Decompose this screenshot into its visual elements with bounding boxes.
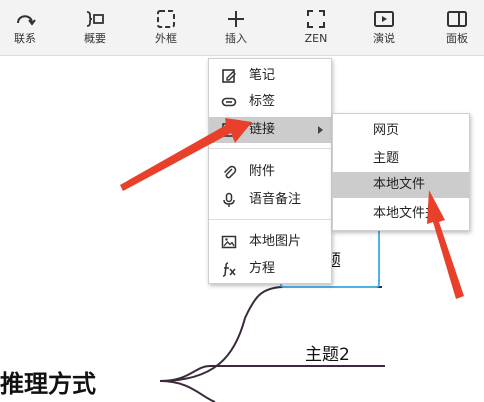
toolbar-panel-label: 面板 [446,32,468,45]
menu-item-link-label: 链接 [249,122,276,137]
toolbar-insert-label: 插入 [225,32,247,45]
presentation-play-icon [374,11,394,27]
image-icon [221,235,237,249]
menu-item-attachment-label: 附件 [249,164,276,179]
toolbar-zen-label: ZEN [304,32,328,45]
submenu-item-local-file[interactable]: 本地文件 [333,172,469,198]
menu-item-voice-note-label: 语音备注 [249,192,302,207]
menu-item-tag[interactable]: 标签 [209,89,331,115]
menu-item-note[interactable]: 笔记 [209,63,331,89]
menu-item-note-label: 笔记 [249,68,276,83]
menu-item-link[interactable]: 链接 [209,117,331,143]
menu-item-equation-label: 方程 [249,261,276,276]
toolbar-boundary-button[interactable]: 外框 [141,4,191,52]
microphone-icon [223,192,235,207]
link-icon [222,123,236,137]
root-topic-label[interactable]: 推理方式 [0,364,96,399]
submenu-item-local-folder-label: 本地文件夹 [373,206,439,221]
submenu-arrow-icon [318,126,323,134]
toolbar-zen-button[interactable]: ZEN [291,4,341,52]
insert-menu: 笔记 标签 链接 附件 语音备注 本地图片 方程 [208,58,332,284]
menu-item-voice-note[interactable]: 语音备注 [209,187,331,213]
submenu-item-webpage[interactable]: 网页 [333,118,469,144]
link-submenu: 网页 主题 本地文件 本地文件夹 [332,113,470,231]
toolbar-panel-button[interactable]: 面板 [432,4,482,52]
submenu-item-local-folder[interactable]: 本地文件夹 [333,201,469,227]
note-edit-icon [222,69,236,83]
submenu-item-local-file-label: 本地文件 [373,177,426,192]
toolbar-boundary-label: 外框 [155,32,177,45]
toolbar-present-button[interactable]: 演说 [359,4,409,52]
panel-sidebar-icon [447,11,467,27]
menu-item-equation[interactable]: 方程 [209,256,331,282]
paperclip-icon [223,165,237,179]
menu-item-attachment[interactable]: 附件 [209,159,331,185]
equation-fx-icon [222,262,236,277]
menu-item-tag-label: 标签 [249,94,276,109]
relation-arc-icon [17,15,36,26]
summary-bracket-icon [86,11,104,27]
toolbar-insert-button[interactable]: 插入 [211,4,261,52]
toolbar-relation-button[interactable]: 联系 [0,4,50,52]
zen-fullscreen-icon [307,10,325,28]
menu-item-local-image-label: 本地图片 [249,234,302,249]
toolbar: 联系 概要 外框 插入 ZEN 演说 面板 [0,0,484,56]
tag-label-icon [221,97,237,107]
menu-item-local-image[interactable]: 本地图片 [209,229,331,255]
toolbar-summary-button[interactable]: 概要 [70,4,120,52]
toolbar-summary-label: 概要 [84,32,106,45]
toolbar-present-label: 演说 [373,32,395,45]
boundary-frame-icon [157,10,175,28]
topic-2-label[interactable]: 主题2 [305,340,350,365]
menu-separator [209,219,331,220]
connector-down-branch [159,380,216,402]
plus-icon [228,11,244,27]
submenu-item-topic-label: 主题 [373,151,400,166]
toolbar-relation-label: 联系 [14,32,36,45]
menu-separator [209,148,331,149]
submenu-item-topic[interactable]: 主题 [333,146,469,172]
connector-lower-branch [159,365,385,382]
submenu-item-webpage-label: 网页 [373,123,400,138]
